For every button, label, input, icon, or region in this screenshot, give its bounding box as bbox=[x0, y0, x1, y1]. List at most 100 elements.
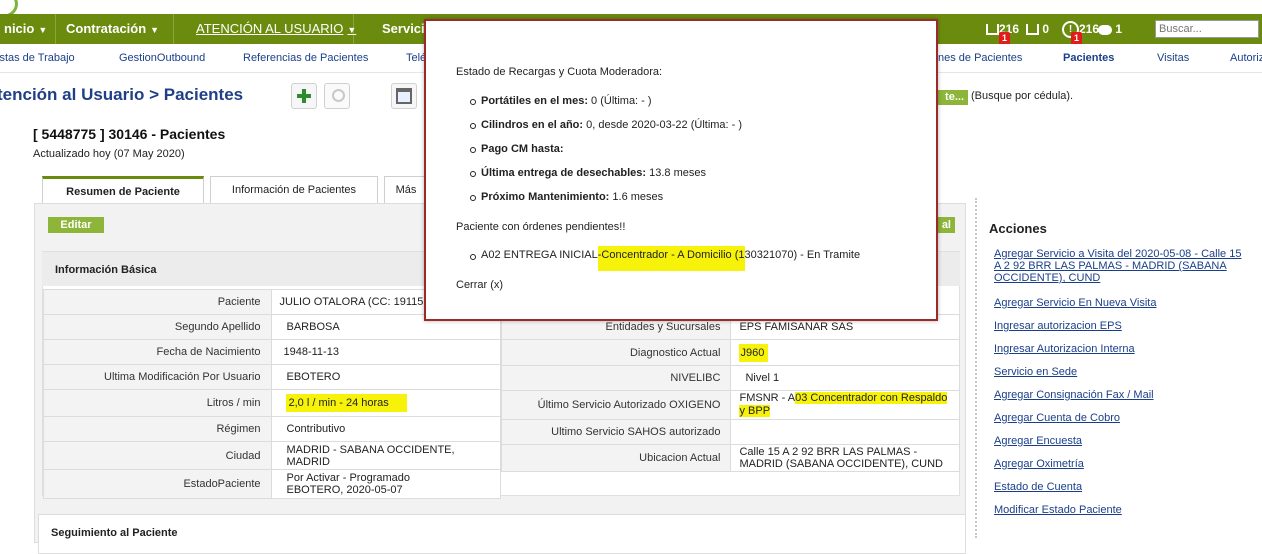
basic-info-title: Información Básica bbox=[55, 264, 157, 276]
action-link-servicio-sede[interactable]: Servicio en Sede bbox=[994, 366, 1249, 378]
modal-item-label: Portátiles en el mes: bbox=[481, 95, 588, 107]
nav-label: ATENCIÓN AL USUARIO bbox=[196, 21, 344, 36]
tab-informacion-pacientes[interactable]: Información de Pacientes bbox=[210, 176, 378, 203]
actions-title: Acciones bbox=[989, 221, 1047, 236]
action-link-autorizacion-interna[interactable]: Ingresar Autorizacion Interna bbox=[994, 343, 1249, 355]
field-value: FMSNR - A bbox=[739, 392, 796, 404]
page-title: tención al Usuario > Pacientes bbox=[0, 85, 244, 104]
action-link-encuesta[interactable]: Agregar Encuesta bbox=[994, 435, 1249, 447]
chat-counter[interactable]: 1 bbox=[1098, 14, 1122, 44]
field-label: Ultimo Servicio SAHOS autorizado bbox=[500, 419, 732, 445]
subnav-item-autorizaciones[interactable]: Autoriz bbox=[1230, 44, 1262, 72]
subnav-item-listas[interactable]: istas de Trabajo bbox=[0, 44, 75, 72]
field-value: EBOTERO, 2020-05-07 bbox=[286, 484, 403, 496]
field-label: Ultima Modificación Por Usuario bbox=[43, 364, 272, 390]
subnav-item-ordenes[interactable]: nes de Pacientes bbox=[938, 44, 1022, 72]
caret-down-icon: ▼ bbox=[150, 25, 160, 35]
pending-order-suffix: 30321070) - En Tramite bbox=[744, 249, 861, 261]
bullet-icon bbox=[470, 99, 476, 105]
modal-item-value: 0 (Última: - ) bbox=[588, 95, 652, 107]
basic-info-right-table: Entidades y Sucursales EPS FAMISANAR SAS … bbox=[500, 314, 960, 472]
chat-count: 1 bbox=[1115, 22, 1123, 36]
modal-item-label: Última entrega de desechables: bbox=[481, 167, 647, 179]
nav-label: nicio bbox=[4, 21, 35, 36]
bullet-icon bbox=[470, 254, 476, 260]
modal-item-label: Pago CM hasta: bbox=[481, 143, 564, 155]
field-value: J960 bbox=[739, 343, 769, 362]
field-value: 1948-11-13 bbox=[270, 339, 501, 365]
modal-item: Cilindros en el año: 0, desde 2020-03-22… bbox=[481, 119, 742, 131]
field-value-cell: FMSNR - A03 Concentrador con Respaldo y B… bbox=[730, 390, 960, 420]
nav-item-atencion-usuario[interactable]: ATENCIÓN AL USUARIO ▼ bbox=[174, 14, 356, 44]
action-link-agregar-servicio-visita[interactable]: Agregar Servicio a Visita del 2020-05-08… bbox=[994, 248, 1249, 284]
action-link-cuenta-cobro[interactable]: Agregar Cuenta de Cobro bbox=[994, 412, 1249, 424]
modal-item: Próximo Mantenimiento: 1.6 meses bbox=[481, 191, 663, 203]
pending-orders-heading: Paciente con órdenes pendientes!! bbox=[456, 221, 626, 233]
field-label: Segundo Apellido bbox=[43, 314, 272, 340]
tab-resumen-paciente[interactable]: Resumen de Paciente bbox=[42, 176, 204, 204]
close-link[interactable]: Cerrar (x) bbox=[456, 279, 503, 291]
action-link-estado-paciente[interactable]: Modificar Estado Paciente bbox=[994, 504, 1249, 516]
modal-item-label: Cilindros en el año: bbox=[481, 119, 584, 131]
field-value-cell: Calle 15 A 2 92 BRR LAS PALMAS - MADRID (… bbox=[730, 444, 960, 472]
field-label: EstadoPaciente bbox=[43, 469, 272, 499]
table-row: EstadoPaciente Por Activar - Programado EB… bbox=[43, 469, 501, 499]
search-input[interactable] bbox=[1155, 20, 1259, 38]
tab-mas[interactable]: Más bbox=[384, 176, 428, 203]
subnav-item-gestion-outbound[interactable]: GestionOutbound bbox=[119, 44, 205, 72]
recharge-status-modal: Estado de Recargas y Cuota Moderadora: P… bbox=[424, 19, 938, 321]
field-value: Calle 15 A 2 92 BRR LAS PALMAS - bbox=[739, 446, 918, 458]
field-value-highlight: 03 Concentrador con Respaldo bbox=[795, 392, 948, 404]
edit-button[interactable]: Editar bbox=[48, 217, 104, 233]
modal-item-label: Próximo Mantenimiento: bbox=[481, 191, 610, 203]
window-icon bbox=[396, 88, 412, 104]
field-label: Ciudad bbox=[43, 441, 272, 470]
field-label: NIVELIBC bbox=[500, 365, 732, 391]
modal-item-value: 1.6 meses bbox=[609, 191, 664, 203]
field-value: MADRID (SABANA OCCIDENTE), CUND bbox=[739, 458, 943, 470]
window-button[interactable] bbox=[391, 83, 417, 109]
inbox-counter[interactable]: 0 bbox=[1026, 14, 1049, 44]
field-label: Último Servicio Autorizado OXIGENO bbox=[500, 390, 732, 420]
subnav-item-pacientes[interactable]: Pacientes bbox=[1063, 44, 1114, 72]
bullet-icon bbox=[470, 123, 476, 129]
action-link-nueva-visita[interactable]: Agregar Servicio En Nueva Visita bbox=[994, 297, 1249, 309]
field-value: Por Activar - Programado bbox=[286, 472, 411, 484]
field-value: EBOTERO bbox=[270, 364, 501, 390]
table-row: Régimen Contributivo bbox=[43, 416, 501, 442]
table-row: Ubicacion Actual Calle 15 A 2 92 BRR LAS … bbox=[500, 444, 960, 472]
action-link-oximetria[interactable]: Agregar Oximetría bbox=[994, 458, 1249, 470]
table-row: Ultima Modificación Por Usuario EBOTERO bbox=[43, 364, 501, 390]
field-value-cell: Por Activar - Programado EBOTERO, 2020-05… bbox=[270, 469, 501, 499]
nav-item-inicio[interactable]: nicio ▼ bbox=[0, 14, 56, 44]
search-button[interactable] bbox=[324, 83, 350, 109]
action-link-autorizacion-eps[interactable]: Ingresar autorizacion EPS bbox=[994, 320, 1249, 332]
action-link-consignacion[interactable]: Agregar Consignación Fax / Mail bbox=[994, 389, 1249, 401]
plus-icon-bar bbox=[302, 89, 306, 103]
inbox-icon bbox=[1026, 24, 1039, 36]
nav-item-contratacion[interactable]: Contratación ▼ bbox=[56, 14, 174, 44]
nav-item-servicios[interactable]: Servici bbox=[354, 14, 426, 44]
field-label: Régimen bbox=[43, 416, 272, 442]
bullet-icon bbox=[470, 171, 476, 177]
table-row: NIVELIBC Nivel 1 bbox=[500, 365, 960, 391]
subnav-item-visitas[interactable]: Visitas bbox=[1157, 44, 1189, 72]
field-value-cell: 2,0 l / min - 24 horas bbox=[270, 389, 501, 417]
field-label: Ubicacion Actual bbox=[500, 444, 732, 472]
field-label: Paciente bbox=[43, 289, 272, 315]
bullet-icon bbox=[470, 147, 476, 153]
table-row: Último Servicio Autorizado OXIGENO FMSNR … bbox=[500, 390, 960, 420]
table-row: Ciudad MADRID - SABANA OCCIDENTE, MADRID bbox=[43, 441, 501, 470]
find-hint: (Busque por cédula). bbox=[971, 90, 1074, 102]
field-value: Nivel 1 bbox=[730, 365, 960, 391]
column-divider bbox=[975, 198, 977, 538]
add-button[interactable] bbox=[291, 83, 317, 109]
subnav-item-referencias[interactable]: Referencias de Pacientes bbox=[243, 44, 368, 72]
table-row: Diagnostico Actual J960 bbox=[500, 339, 960, 366]
chat-icon bbox=[1098, 24, 1112, 35]
action-link-estado-cuenta[interactable]: Estado de Cuenta bbox=[994, 481, 1249, 493]
follow-up-title: Seguimiento al Paciente bbox=[51, 527, 178, 539]
table-row: Litros / min 2,0 l / min - 24 horas bbox=[43, 389, 501, 417]
modal-item: Última entrega de desechables: 13.8 mese… bbox=[481, 167, 706, 179]
alert-count: 216 bbox=[1079, 22, 1100, 36]
